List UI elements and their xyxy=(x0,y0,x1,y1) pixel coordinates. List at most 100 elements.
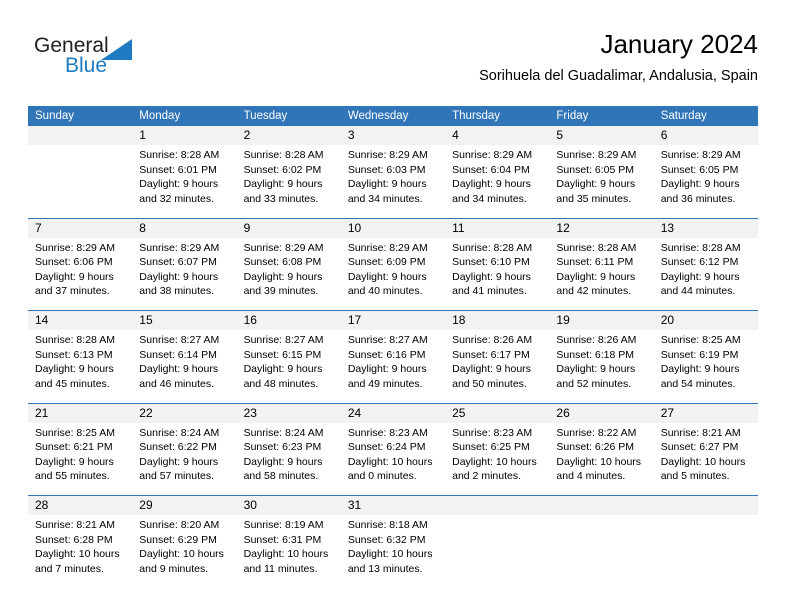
sunrise-text: Sunrise: 8:29 AM xyxy=(556,149,637,161)
day-detail-cell[interactable]: Sunrise: 8:29 AM Sunset: 6:04 PM Daylight:… xyxy=(445,145,550,218)
day-number-cell[interactable]: 17 xyxy=(340,310,446,330)
sunset-text: Sunset: 6:32 PM xyxy=(347,533,426,546)
sunrise-text: Sunrise: 8:28 AM xyxy=(556,241,637,254)
day-number-cell[interactable]: 18 xyxy=(445,310,550,330)
day-detail-cell[interactable]: Sunrise: 8:29 AM Sunset: 6:06 PM Daylight:… xyxy=(28,237,133,311)
daylight-text: Daylight: 9 hours and 38 minutes. xyxy=(139,270,219,298)
day-detail-cell[interactable]: Sunrise: 8:24 AM Sunset: 6:22 PM Daylight:… xyxy=(132,422,237,496)
day-number-cell[interactable]: 8 xyxy=(132,217,237,238)
day-detail-cell[interactable]: Sunrise: 8:28 AM Sunset: 6:02 PM Daylight:… xyxy=(236,145,341,218)
day-number-cell[interactable]: 12 xyxy=(549,217,654,238)
day-number-cell[interactable]: 14 xyxy=(28,310,133,330)
sunrise-text: Sunrise: 8:20 AM xyxy=(139,519,220,531)
sunset-text: Sunset: 6:02 PM xyxy=(243,163,322,176)
day-number-cell[interactable]: 4 xyxy=(445,126,550,145)
day-detail-cell[interactable]: Sunrise: 8:28 AM Sunset: 6:12 PM Daylight:… xyxy=(653,237,758,311)
day-number-cell[interactable]: 15 xyxy=(132,310,237,330)
day-detail-cell[interactable]: Sunrise: 8:28 AM Sunset: 6:01 PM Daylight:… xyxy=(132,145,237,218)
day-number-cell[interactable]: 25 xyxy=(445,402,550,423)
day-number-cell[interactable]: 20 xyxy=(653,310,758,330)
day-detail-cell[interactable]: Sunrise: 8:29 AM Sunset: 6:07 PM Daylight:… xyxy=(132,237,237,311)
daylight-text: Daylight: 9 hours and 39 minutes. xyxy=(243,270,323,298)
day-detail-cell[interactable]: Sunrise: 8:28 AM Sunset: 6:11 PM Daylight:… xyxy=(549,237,654,311)
sunrise-text: Sunrise: 8:26 AM xyxy=(452,334,533,346)
day-number-cell[interactable]: 19 xyxy=(549,310,654,330)
day-number-cell[interactable]: 31 xyxy=(340,495,446,515)
day-detail-cell-empty xyxy=(445,515,550,588)
daylight-text: Daylight: 9 hours and 46 minutes. xyxy=(139,363,219,390)
week-detail-row: Sunrise: 8:25 AM Sunset: 6:21 PM Daylight:… xyxy=(28,422,758,496)
sunrise-text: Sunrise: 8:28 AM xyxy=(452,241,533,254)
day-number-cell[interactable]: 24 xyxy=(340,402,446,423)
day-detail-cell[interactable]: Sunrise: 8:21 AM Sunset: 6:27 PM Daylight:… xyxy=(653,422,758,496)
sunset-text: Sunset: 6:12 PM xyxy=(660,256,739,269)
day-detail-cell[interactable]: Sunrise: 8:23 AM Sunset: 6:24 PM Daylight:… xyxy=(340,422,446,496)
day-detail-cell[interactable]: Sunrise: 8:26 AM Sunset: 6:18 PM Daylight:… xyxy=(549,330,654,403)
daylight-text: Daylight: 9 hours and 36 minutes. xyxy=(660,178,740,205)
day-detail-cell[interactable]: Sunrise: 8:25 AM Sunset: 6:21 PM Daylight:… xyxy=(28,422,133,496)
day-number-cell[interactable]: 3 xyxy=(340,126,446,145)
day-detail-cell[interactable]: Sunrise: 8:28 AM Sunset: 6:13 PM Daylight:… xyxy=(28,330,133,403)
day-number-cell[interactable]: 21 xyxy=(28,402,133,423)
general-blue-logo[interactable]: General Blue xyxy=(34,34,184,92)
daylight-text: Daylight: 9 hours and 57 minutes. xyxy=(139,455,219,483)
day-number-cell[interactable]: 30 xyxy=(236,495,341,515)
day-detail-cell[interactable]: Sunrise: 8:29 AM Sunset: 6:05 PM Daylight:… xyxy=(549,145,654,218)
daylight-text: Daylight: 10 hours and 7 minutes. xyxy=(35,548,120,575)
sunset-text: Sunset: 6:29 PM xyxy=(139,533,217,546)
day-detail-cell[interactable]: Sunrise: 8:27 AM Sunset: 6:14 PM Daylight:… xyxy=(132,330,237,403)
day-number-cell[interactable]: 10 xyxy=(340,217,446,238)
day-number-cell[interactable]: 22 xyxy=(132,402,237,423)
logo-text-blue: Blue xyxy=(65,54,108,77)
day-number-cell[interactable]: 5 xyxy=(549,126,654,145)
day-number-cell[interactable]: 11 xyxy=(445,217,550,238)
page-header: General Blue January 2024 Sorihuela del … xyxy=(28,28,758,100)
day-detail-cell[interactable]: Sunrise: 8:27 AM Sunset: 6:15 PM Daylight:… xyxy=(236,330,341,403)
day-detail-cell-empty xyxy=(28,145,133,218)
sunset-text: Sunset: 6:11 PM xyxy=(556,256,634,269)
day-detail-cell[interactable]: Sunrise: 8:18 AM Sunset: 6:32 PM Daylight:… xyxy=(340,515,446,588)
day-detail-cell[interactable]: Sunrise: 8:23 AM Sunset: 6:25 PM Daylight:… xyxy=(445,422,550,496)
sunset-text: Sunset: 6:13 PM xyxy=(35,348,113,361)
day-detail-cell[interactable]: Sunrise: 8:22 AM Sunset: 6:26 PM Daylight:… xyxy=(549,422,654,496)
day-number-cell[interactable]: 13 xyxy=(653,217,758,238)
day-detail-cell[interactable]: Sunrise: 8:27 AM Sunset: 6:16 PM Daylight:… xyxy=(340,330,446,403)
day-detail-cell[interactable]: Sunrise: 8:29 AM Sunset: 6:09 PM Daylight:… xyxy=(340,237,446,311)
sunset-text: Sunset: 6:05 PM xyxy=(556,163,635,176)
day-detail-cell[interactable]: Sunrise: 8:20 AM Sunset: 6:29 PM Daylight:… xyxy=(132,515,237,588)
day-detail-cell[interactable]: Sunrise: 8:24 AM Sunset: 6:23 PM Daylight:… xyxy=(236,422,341,496)
day-detail-cell[interactable]: Sunrise: 8:28 AM Sunset: 6:10 PM Daylight:… xyxy=(445,237,550,311)
day-number-cell[interactable]: 9 xyxy=(236,217,341,238)
day-number-cell[interactable]: 2 xyxy=(236,126,341,145)
weekday-header-wednesday: Wednesday xyxy=(340,106,446,126)
day-number-cell[interactable]: 23 xyxy=(236,402,341,423)
daylight-text: Daylight: 9 hours and 55 minutes. xyxy=(35,455,114,483)
day-detail-cell[interactable]: Sunrise: 8:29 AM Sunset: 6:05 PM Daylight:… xyxy=(653,145,758,218)
weekday-header-monday: Monday xyxy=(132,106,237,126)
sunset-text: Sunset: 6:10 PM xyxy=(452,256,530,269)
day-number-cell[interactable]: 29 xyxy=(132,495,237,515)
sunrise-text: Sunrise: 8:24 AM xyxy=(243,426,324,439)
daylight-text: Daylight: 9 hours and 48 minutes. xyxy=(243,363,323,390)
day-number-cell[interactable]: 28 xyxy=(28,495,133,515)
sunrise-text: Sunrise: 8:29 AM xyxy=(452,149,533,161)
day-number-cell[interactable]: 27 xyxy=(653,402,758,423)
sunrise-text: Sunrise: 8:28 AM xyxy=(243,149,324,161)
day-detail-cell[interactable]: Sunrise: 8:21 AM Sunset: 6:28 PM Daylight:… xyxy=(28,515,133,588)
sunrise-text: Sunrise: 8:25 AM xyxy=(660,334,741,346)
day-detail-cell[interactable]: Sunrise: 8:26 AM Sunset: 6:17 PM Daylight:… xyxy=(445,330,550,403)
day-number-cell[interactable]: 1 xyxy=(132,126,237,145)
day-number-cell[interactable]: 26 xyxy=(549,402,654,423)
day-number-cell[interactable]: 7 xyxy=(28,217,133,238)
sunrise-text: Sunrise: 8:23 AM xyxy=(347,426,428,439)
day-detail-cell[interactable]: Sunrise: 8:29 AM Sunset: 6:03 PM Daylight:… xyxy=(340,145,446,218)
day-detail-cell-empty xyxy=(549,515,654,588)
sunrise-text: Sunrise: 8:28 AM xyxy=(660,241,741,254)
day-number-cell[interactable]: 6 xyxy=(653,126,758,145)
day-number-cell[interactable]: 16 xyxy=(236,310,341,330)
day-detail-cell[interactable]: Sunrise: 8:29 AM Sunset: 6:08 PM Daylight:… xyxy=(236,237,341,311)
sunset-text: Sunset: 6:16 PM xyxy=(347,348,426,361)
day-detail-cell[interactable]: Sunrise: 8:25 AM Sunset: 6:19 PM Daylight:… xyxy=(653,330,758,403)
day-number-cell-empty xyxy=(28,126,133,145)
day-detail-cell[interactable]: Sunrise: 8:19 AM Sunset: 6:31 PM Daylight:… xyxy=(236,515,341,588)
